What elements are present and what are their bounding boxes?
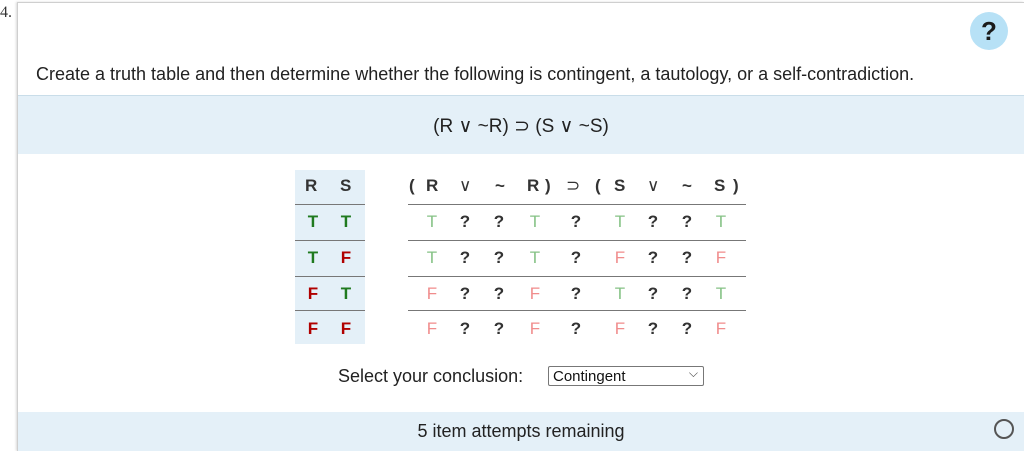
- header-or-2: ∨: [647, 176, 660, 195]
- row1-cell-or2-input[interactable]: ?: [643, 212, 663, 232]
- row1-r-value: T: [307, 212, 319, 231]
- row2-cell-implies-input[interactable]: ?: [566, 248, 586, 268]
- conclusion-select-value: Contingent: [553, 368, 626, 385]
- status-circle-icon: [994, 419, 1014, 439]
- expression-bar: (R ∨ ~R) ⊃ (S ∨ ~S): [18, 95, 1024, 154]
- rs-divider: [295, 240, 365, 241]
- row1-s-value: T: [340, 212, 352, 231]
- header-r-2: R: [527, 176, 540, 195]
- rs-divider: [295, 310, 365, 311]
- row3-cell-r2: F: [529, 284, 541, 303]
- question-prompt: Create a truth table and then determine …: [36, 64, 915, 84]
- row4-cell-r: F: [426, 319, 438, 338]
- row2-cell-not2-input[interactable]: ?: [677, 248, 697, 268]
- rs-divider: [295, 276, 365, 277]
- header-close-paren-1: ): [545, 176, 551, 195]
- row4-cell-implies-input[interactable]: ?: [566, 319, 586, 339]
- row1-cell-s2: T: [715, 212, 727, 231]
- row2-cell-s2: F: [715, 248, 727, 267]
- row1-cell-r: T: [426, 212, 438, 231]
- row4-s-value: F: [340, 319, 352, 338]
- row1-cell-s: T: [614, 212, 626, 231]
- rs-divider: [295, 204, 365, 205]
- header-r-1: R: [426, 176, 439, 195]
- row4-cell-not2-input[interactable]: ?: [677, 319, 697, 339]
- row1-cell-or-input[interactable]: ?: [455, 212, 475, 232]
- header-s-2: S: [714, 176, 726, 195]
- row4-cell-s2: F: [715, 319, 727, 338]
- conclusion-label: Select your conclusion:: [338, 366, 524, 386]
- row3-cell-or2-input[interactable]: ?: [643, 284, 663, 304]
- row2-cell-r2: T: [529, 248, 541, 267]
- header-s: S: [340, 176, 352, 195]
- header-implies: ⊃: [566, 176, 581, 195]
- row4-cell-s: F: [614, 319, 626, 338]
- chevron-down-icon: ⌵: [688, 366, 698, 380]
- row3-cell-s: T: [614, 284, 626, 303]
- row1-cell-implies-input[interactable]: ?: [566, 212, 586, 232]
- row3-r-value: F: [307, 284, 319, 303]
- row3-cell-r: F: [426, 284, 438, 303]
- row3-s-value: T: [340, 284, 352, 303]
- row4-cell-or-input[interactable]: ?: [455, 319, 475, 339]
- row3-cell-implies-input[interactable]: ?: [566, 284, 586, 304]
- row4-cell-r2: F: [529, 319, 541, 338]
- header-not-1: ~: [495, 176, 505, 195]
- expr-divider: [408, 204, 746, 205]
- row2-cell-s: F: [614, 248, 626, 267]
- header-not-2: ~: [682, 176, 692, 195]
- row4-r-value: F: [307, 319, 319, 338]
- attempts-bar: 5 item attempts remaining: [18, 412, 1024, 451]
- row3-cell-not-input[interactable]: ?: [489, 284, 509, 304]
- header-or-1: ∨: [459, 176, 472, 195]
- row2-cell-r: T: [426, 248, 438, 267]
- row2-cell-or2-input[interactable]: ?: [643, 248, 663, 268]
- row2-cell-or-input[interactable]: ?: [455, 248, 475, 268]
- row1-cell-not-input[interactable]: ?: [489, 212, 509, 232]
- header-open-paren-2: (: [595, 176, 601, 195]
- logic-expression: (R ∨ ~R) ⊃ (S ∨ ~S): [433, 116, 609, 137]
- row2-r-value: T: [307, 248, 319, 267]
- header-r: R: [305, 176, 318, 195]
- expr-divider: [408, 276, 746, 277]
- expr-divider: [408, 310, 746, 311]
- row3-cell-s2: T: [715, 284, 727, 303]
- row2-s-value: F: [340, 248, 352, 267]
- row3-cell-not2-input[interactable]: ?: [677, 284, 697, 304]
- row3-cell-or-input[interactable]: ?: [455, 284, 475, 304]
- row1-cell-not2-input[interactable]: ?: [677, 212, 697, 232]
- attempts-remaining-text: 5 item attempts remaining: [417, 421, 625, 441]
- question-number: 4.: [0, 4, 12, 21]
- header-s-1: S: [614, 176, 626, 195]
- help-button[interactable]: ?: [970, 12, 1008, 50]
- row1-cell-r2: T: [529, 212, 541, 231]
- row4-cell-or2-input[interactable]: ?: [643, 319, 663, 339]
- row4-cell-not-input[interactable]: ?: [489, 319, 509, 339]
- expr-divider: [408, 240, 746, 241]
- conclusion-select[interactable]: Contingent ⌵: [548, 366, 704, 386]
- header-close-paren-2: ): [733, 176, 739, 195]
- row2-cell-not-input[interactable]: ?: [489, 248, 509, 268]
- header-open-paren-1: (: [409, 176, 415, 195]
